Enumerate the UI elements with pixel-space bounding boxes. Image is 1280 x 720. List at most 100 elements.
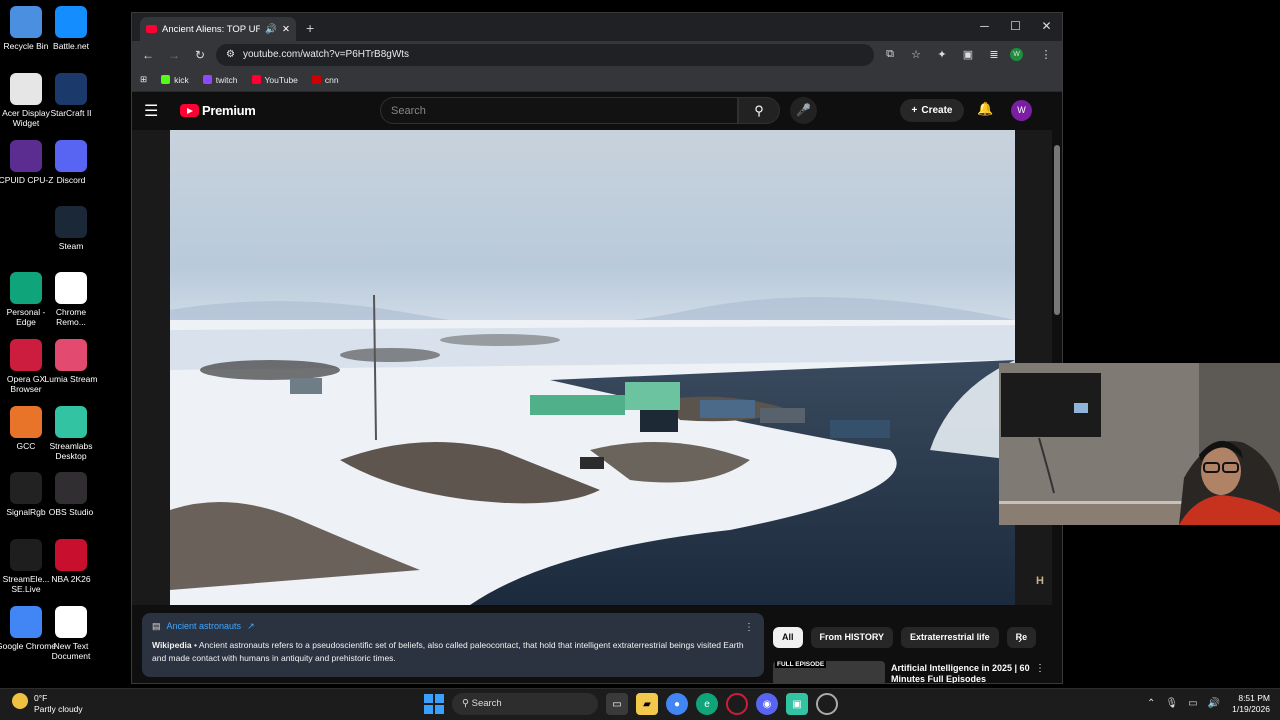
opera-gx-icon (10, 339, 42, 371)
discord-taskbar-icon[interactable]: ◉ (756, 693, 778, 715)
notifications-bell-icon[interactable]: 🔔 (977, 101, 993, 117)
split-view-icon[interactable]: ▣ (958, 48, 978, 61)
window-controls: ─ ☐ ✕ (969, 13, 1062, 41)
desktop-icon[interactable]: Streamlabs Desktop (41, 406, 101, 461)
filter-chip[interactable]: From HISTORY (810, 627, 894, 648)
desktop-icon[interactable]: Discord (41, 140, 101, 185)
bookmark-list: kick twitch YouTube cnn (161, 75, 339, 85)
create-label: Create (921, 105, 953, 116)
streamlabs-taskbar-icon[interactable]: ▣ (786, 693, 808, 715)
chrome-window: Ancient Aliens: TOP UFO M 🔊 ✕ + ─ ☐ ✕ ← … (131, 12, 1063, 684)
url-field[interactable]: ⚙ youtube.com/watch?v=P6HTrB8gWts (216, 43, 874, 66)
info-panel: ▤ Ancient astronauts ↗ ⋮ Wikipedia • Anc… (142, 613, 764, 677)
full-episode-badge: FULL EPISODE (775, 661, 827, 668)
bookmark-favicon-icon (251, 75, 261, 84)
create-button[interactable]: + Create (900, 99, 964, 122)
desktop-icon[interactable]: Chrome Remo... (41, 272, 101, 327)
desktop-icon[interactable]: Battle.net (41, 6, 101, 51)
speaker-icon[interactable]: 🔊 (265, 24, 277, 35)
search-input[interactable]: Search (380, 97, 738, 124)
browser-tab[interactable]: Ancient Aliens: TOP UFO M 🔊 ✕ (140, 17, 296, 41)
taskbar: 0°F Partly cloudy ⚲ Search ▭ ▰ ● e ◉ ▣ ⌃… (0, 688, 1280, 720)
info-panel-text: • Ancient astronauts refers to a pseudos… (152, 640, 744, 663)
volume-icon[interactable]: 🔊 (1208, 698, 1220, 709)
recommended-video-title[interactable]: Artificial Intelligence in 2025 | 60 Min… (891, 663, 1031, 683)
bookmark-cnn[interactable]: cnn (311, 74, 339, 85)
video-player[interactable]: H (132, 130, 1052, 605)
microphone-icon[interactable]: 🎤 (790, 97, 817, 124)
filter-chip[interactable]: Extraterrestrial life (901, 627, 999, 648)
desktop-icon[interactable]: NBA 2K26 (41, 539, 101, 584)
info-panel-source[interactable]: Wikipedia (152, 640, 192, 650)
bookmark-label: cnn (324, 74, 339, 85)
bookmark-kick[interactable]: kick (161, 75, 189, 85)
desktop-icon[interactable]: Lumia Stream (41, 339, 101, 384)
tray-overflow-icon[interactable]: ⌃ (1147, 698, 1155, 709)
clock[interactable]: 8:51 PM 1/19/2026 (1226, 693, 1270, 715)
chrome-menu-icon[interactable]: ⋮ (1036, 48, 1056, 61)
file-explorer-icon[interactable]: ▰ (636, 693, 658, 715)
new-tab-button[interactable]: + (306, 20, 314, 36)
desktop-icon-label: OBS Studio (48, 507, 94, 517)
bookmark-favicon-icon (161, 75, 171, 84)
youtube-logo[interactable]: Premium (180, 103, 256, 118)
recommended-more-icon[interactable]: ⋮ (1035, 663, 1045, 674)
start-button[interactable] (424, 694, 444, 714)
recycle-bin-icon (10, 6, 42, 38)
extensions-icon[interactable]: ✦ (932, 48, 952, 61)
filter-chip[interactable]: All (773, 627, 803, 648)
clock-time: 8:51 PM (1238, 693, 1270, 703)
scrollbar-thumb[interactable] (1054, 145, 1060, 315)
edge-taskbar-icon[interactable]: e (696, 693, 718, 715)
desktop-icon-label: Lumia Stream (44, 374, 98, 384)
desktop-icon[interactable]: New Text Document (41, 606, 101, 661)
address-bar-row: ← → ↻ ⚙ youtube.com/watch?v=P6HTrB8gWts … (132, 41, 1062, 68)
minimize-button[interactable]: ─ (969, 13, 1000, 41)
network-icon[interactable]: ▭ (1188, 698, 1197, 709)
weather-widget[interactable]: 0°F Partly cloudy (12, 693, 83, 715)
maximize-button[interactable]: ☐ (1000, 13, 1031, 41)
taskbar-search[interactable]: ⚲ Search (452, 693, 598, 715)
weather-icon (12, 693, 28, 709)
desktop-icon[interactable]: OBS Studio (41, 472, 101, 517)
back-button[interactable]: ← (138, 48, 158, 62)
search-button[interactable]: ⚲ (738, 97, 780, 124)
profile-button[interactable]: W (1010, 48, 1030, 61)
forward-button[interactable]: → (164, 48, 184, 62)
chips-next-icon[interactable]: › (1018, 631, 1022, 646)
account-avatar[interactable]: W (1011, 100, 1032, 121)
info-panel-more-icon[interactable]: ⋮ (744, 621, 754, 634)
signalrgb-icon (10, 472, 42, 504)
url-text: youtube.com/watch?v=P6HTrB8gWts (242, 49, 410, 60)
tab-close-icon[interactable]: ✕ (282, 24, 290, 35)
site-info-icon[interactable]: ⚙ (226, 49, 235, 60)
install-app-icon[interactable]: ⧉ (880, 48, 900, 61)
streamelements-icon (10, 539, 42, 571)
bookmark-twitch[interactable]: twitch (202, 75, 238, 85)
info-panel-title[interactable]: Ancient astronauts (167, 620, 242, 633)
profile-avatar: W (1010, 48, 1023, 61)
opera-gx-taskbar-icon[interactable] (726, 693, 748, 715)
video-frame[interactable] (170, 130, 1015, 605)
desktop-icon[interactable]: Steam (41, 206, 101, 251)
external-link-icon[interactable]: ↗ (247, 620, 255, 633)
discord-icon (55, 140, 87, 172)
bookmark-label: kick (174, 74, 189, 85)
chrome-remote-icon (55, 272, 87, 304)
close-window-button[interactable]: ✕ (1031, 13, 1062, 41)
reload-button[interactable]: ↻ (190, 48, 210, 62)
menu-icon[interactable]: ☰ (144, 101, 168, 121)
task-view-icon[interactable]: ▭ (606, 693, 628, 715)
bookmark-star-icon[interactable]: ☆ (906, 48, 926, 61)
recommended-video[interactable]: FULL EPISODE Artificial Intelligence in … (773, 659, 1051, 683)
apps-grid-icon[interactable]: ⊞ (140, 74, 147, 85)
desktop-icon[interactable]: StarCraft II (41, 73, 101, 118)
reading-list-icon[interactable]: ≣ (984, 48, 1004, 61)
document-icon: ▤ (152, 621, 161, 631)
chrome-taskbar-icon[interactable]: ● (666, 693, 688, 715)
bookmark-youtube[interactable]: YouTube (251, 75, 298, 85)
mic-tray-icon[interactable]: 🎙 (1165, 698, 1178, 709)
lumia-taskbar-icon[interactable] (816, 693, 838, 715)
youtube-favicon-icon (146, 25, 157, 33)
system-tray: ⌃ 🎙 ▭ 🔊 (1147, 698, 1220, 709)
